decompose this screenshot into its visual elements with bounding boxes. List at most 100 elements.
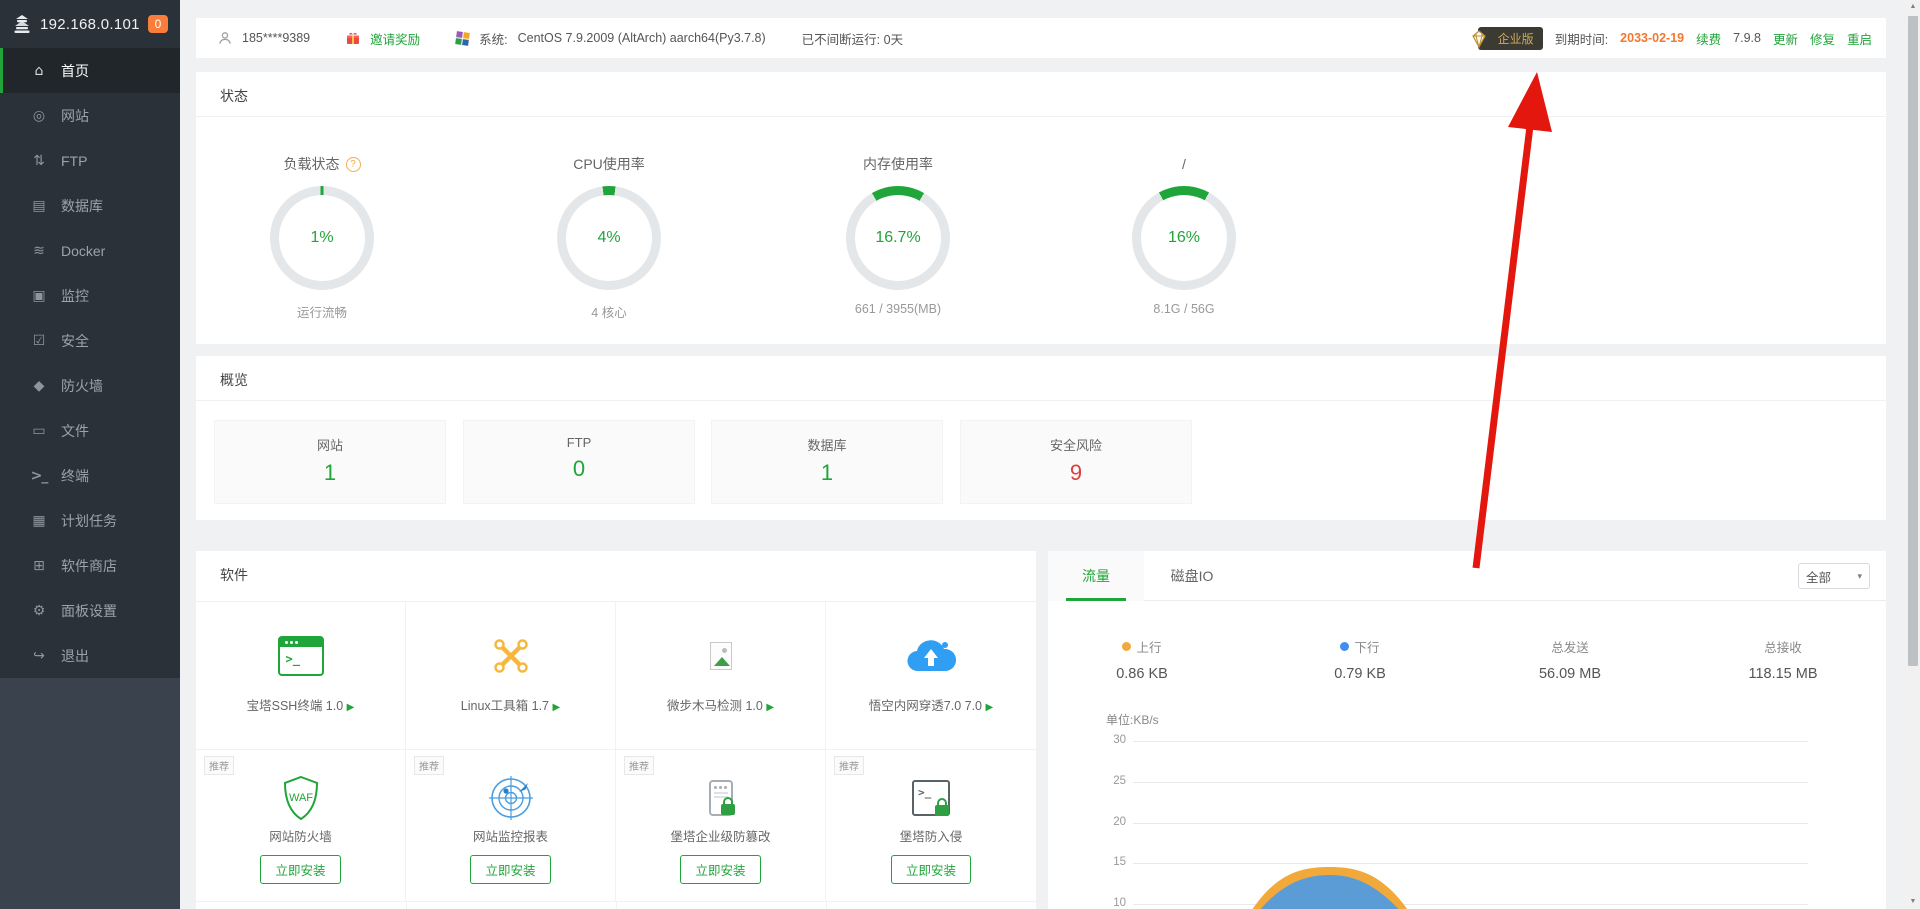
home-icon: ⌂ (30, 63, 48, 79)
sidebar-item-ftp[interactable]: ⇅ FTP (0, 138, 180, 183)
sidebar-item-terminal[interactable]: >_终端 (0, 453, 180, 498)
sidebar-item-website[interactable]: ◎网站 (0, 93, 180, 138)
software-name[interactable]: 悟空内网穿透7.0 7.0 (869, 699, 982, 713)
user-phone[interactable]: 185****9389 (242, 31, 310, 45)
system-value: CentOS 7.9.2009 (AltArch) aarch64(Py3.7.… (518, 31, 766, 45)
renew-link[interactable]: 续费 (1696, 29, 1721, 48)
sidebar-item-security[interactable]: ☑安全 (0, 318, 180, 363)
website-globe-icon: ◎ (30, 108, 48, 124)
software-name[interactable]: 微步木马检测 1.0 (667, 699, 763, 713)
sidebar: 192.168.0.101 0 ⌂首页 ◎网站 ⇅FTP ▤数据库 ≋Docke… (0, 0, 180, 909)
sidebar-item-monitor[interactable]: ▣监控 (0, 273, 180, 318)
system-label: 系统: (479, 29, 507, 48)
software-name[interactable]: 堡塔防入侵 (826, 826, 1036, 845)
software-name[interactable]: 堡塔企业级防篡改 (616, 826, 825, 845)
sidebar-item-files[interactable]: ▭文件 (0, 408, 180, 453)
sidebar-item-docker[interactable]: ≋Docker (0, 228, 180, 273)
tab-traffic[interactable]: 流量 (1048, 551, 1144, 601)
sidebar-item-appstore[interactable]: ⊞软件商店 (0, 543, 180, 588)
software-item-trojan-scan[interactable]: 微步木马检测 1.0 ▶ (616, 601, 826, 749)
sidebar-item-cron[interactable]: ▦计划任务 (0, 498, 180, 543)
gridline (1133, 782, 1808, 783)
overview-card-ftp[interactable]: FTP 0 (463, 420, 695, 504)
database-icon: ▤ (30, 198, 48, 214)
overview-card-security-risk[interactable]: 安全风险 9 (960, 420, 1192, 504)
software-recommend-intrusion-prevention: 推荐 >_ 堡塔防入侵 立即安装 (826, 749, 1036, 901)
divider (196, 400, 1886, 401)
traffic-filter-value: 全部 (1806, 567, 1831, 586)
y-tick: 25 (1088, 775, 1126, 787)
recommend-tag: 推荐 (204, 756, 234, 775)
stat-upstream: 上行 0.86 KB (1052, 637, 1232, 682)
software-name[interactable]: 网站监控报表 (406, 826, 615, 845)
gauge-label: 负载状态 (284, 154, 340, 174)
site-monitor-radar-icon (488, 775, 534, 821)
play-icon[interactable]: ▶ (553, 702, 561, 713)
edition-badge-label: 企业版 (1498, 32, 1534, 46)
lock-icon (935, 805, 949, 816)
scrollbar-down-arrow[interactable]: ▼ (1906, 895, 1920, 909)
help-icon[interactable]: ? (346, 157, 361, 172)
chart-unit-label: 单位:KB/s (1106, 711, 1159, 728)
software-name[interactable]: 宝塔SSH终端 1.0 (247, 699, 344, 713)
expire-date: 2033-02-19 (1620, 31, 1684, 45)
software-item-linux-toolbox[interactable]: Linux工具箱 1.7 ▶ (406, 601, 616, 749)
disk-gauge-ring: 16% (1132, 186, 1236, 290)
memory-gauge-ring: 16.7% (846, 186, 950, 290)
sidebar-item-home[interactable]: ⌂首页 (0, 48, 180, 93)
update-link[interactable]: 更新 (1773, 29, 1798, 48)
scrollbar-thumb[interactable] (1908, 16, 1918, 666)
gridline (1133, 904, 1808, 905)
gridline (1133, 741, 1808, 742)
invite-reward-link[interactable]: 邀请奖励 (370, 29, 420, 48)
cpu-gauge-ring: 4% (557, 186, 661, 290)
install-button[interactable]: 立即安装 (891, 855, 971, 884)
install-button[interactable]: 立即安装 (260, 855, 340, 884)
overview-card-database[interactable]: 数据库 1 (711, 420, 943, 504)
edition-badge[interactable]: 企业版 (1478, 27, 1543, 50)
stat-label: 总发送 (1551, 637, 1589, 656)
software-name[interactable]: Linux工具箱 1.7 (461, 699, 549, 713)
play-icon[interactable]: ▶ (986, 702, 994, 713)
logout-icon: ↪ (30, 648, 48, 664)
stat-downstream: 下行 0.79 KB (1270, 637, 1450, 682)
sidebar-item-label: 安全 (61, 331, 89, 351)
overview-card-website[interactable]: 网站 1 (214, 420, 446, 504)
software-recommend-tamper-proof: 推荐 堡塔企业级防篡改 立即安装 (616, 749, 826, 901)
downstream-dot-icon (1340, 642, 1349, 651)
ftp-icon: ⇅ (30, 153, 48, 169)
overview-value: 9 (961, 460, 1191, 486)
stat-value: 0.79 KB (1270, 666, 1450, 682)
stat-label: 上行 (1136, 637, 1161, 656)
scrollbar-up-arrow[interactable]: ▲ (1906, 0, 1920, 14)
software-name[interactable]: 网站防火墙 (196, 826, 405, 845)
divider (196, 116, 1886, 117)
software-item-ssh-terminal[interactable]: >_ 宝塔SSH终端 1.0 ▶ (196, 601, 406, 749)
sidebar-item-database[interactable]: ▤数据库 (0, 183, 180, 228)
install-button[interactable]: 立即安装 (680, 855, 760, 884)
firewall-shield-icon: ◆ (30, 378, 48, 394)
os-logo-icon (455, 31, 470, 46)
play-icon[interactable]: ▶ (766, 702, 774, 713)
message-count-badge[interactable]: 0 (148, 15, 168, 33)
sidebar-item-firewall[interactable]: ◆防火墙 (0, 363, 180, 408)
traffic-filter-select[interactable]: 全部 ▾ (1798, 563, 1870, 589)
overview-label: 数据库 (712, 435, 942, 454)
tab-disk-io[interactable]: 磁盘IO (1144, 551, 1240, 601)
expire-label: 到期时间: (1555, 29, 1608, 48)
stat-label: 下行 (1354, 637, 1379, 656)
repair-link[interactable]: 修复 (1810, 29, 1835, 48)
status-card: 状态 负载状态? 1% 运行流畅 CPU使用率 4% 4 核心 内存使用率 16… (196, 72, 1886, 344)
sidebar-item-label: FTP (61, 153, 87, 169)
install-button[interactable]: 立即安装 (470, 855, 550, 884)
play-icon[interactable]: ▶ (347, 702, 355, 713)
cron-calendar-icon: ▦ (30, 513, 48, 529)
sidebar-item-logout[interactable]: ↪退出 (0, 633, 180, 678)
software-item-wukong-tunnel[interactable]: 悟空内网穿透7.0 7.0 ▶ (826, 601, 1036, 749)
sidebar-item-label: 面板设置 (61, 601, 117, 621)
sidebar-item-settings[interactable]: ⚙面板设置 (0, 588, 180, 633)
uptime-text: 已不间断运行: 0天 (802, 29, 903, 48)
restart-link[interactable]: 重启 (1847, 29, 1872, 48)
gauge-cpu: CPU使用率 4% 4 核心 (499, 154, 719, 321)
page-scrollbar: ▲ ▼ (1906, 0, 1920, 909)
